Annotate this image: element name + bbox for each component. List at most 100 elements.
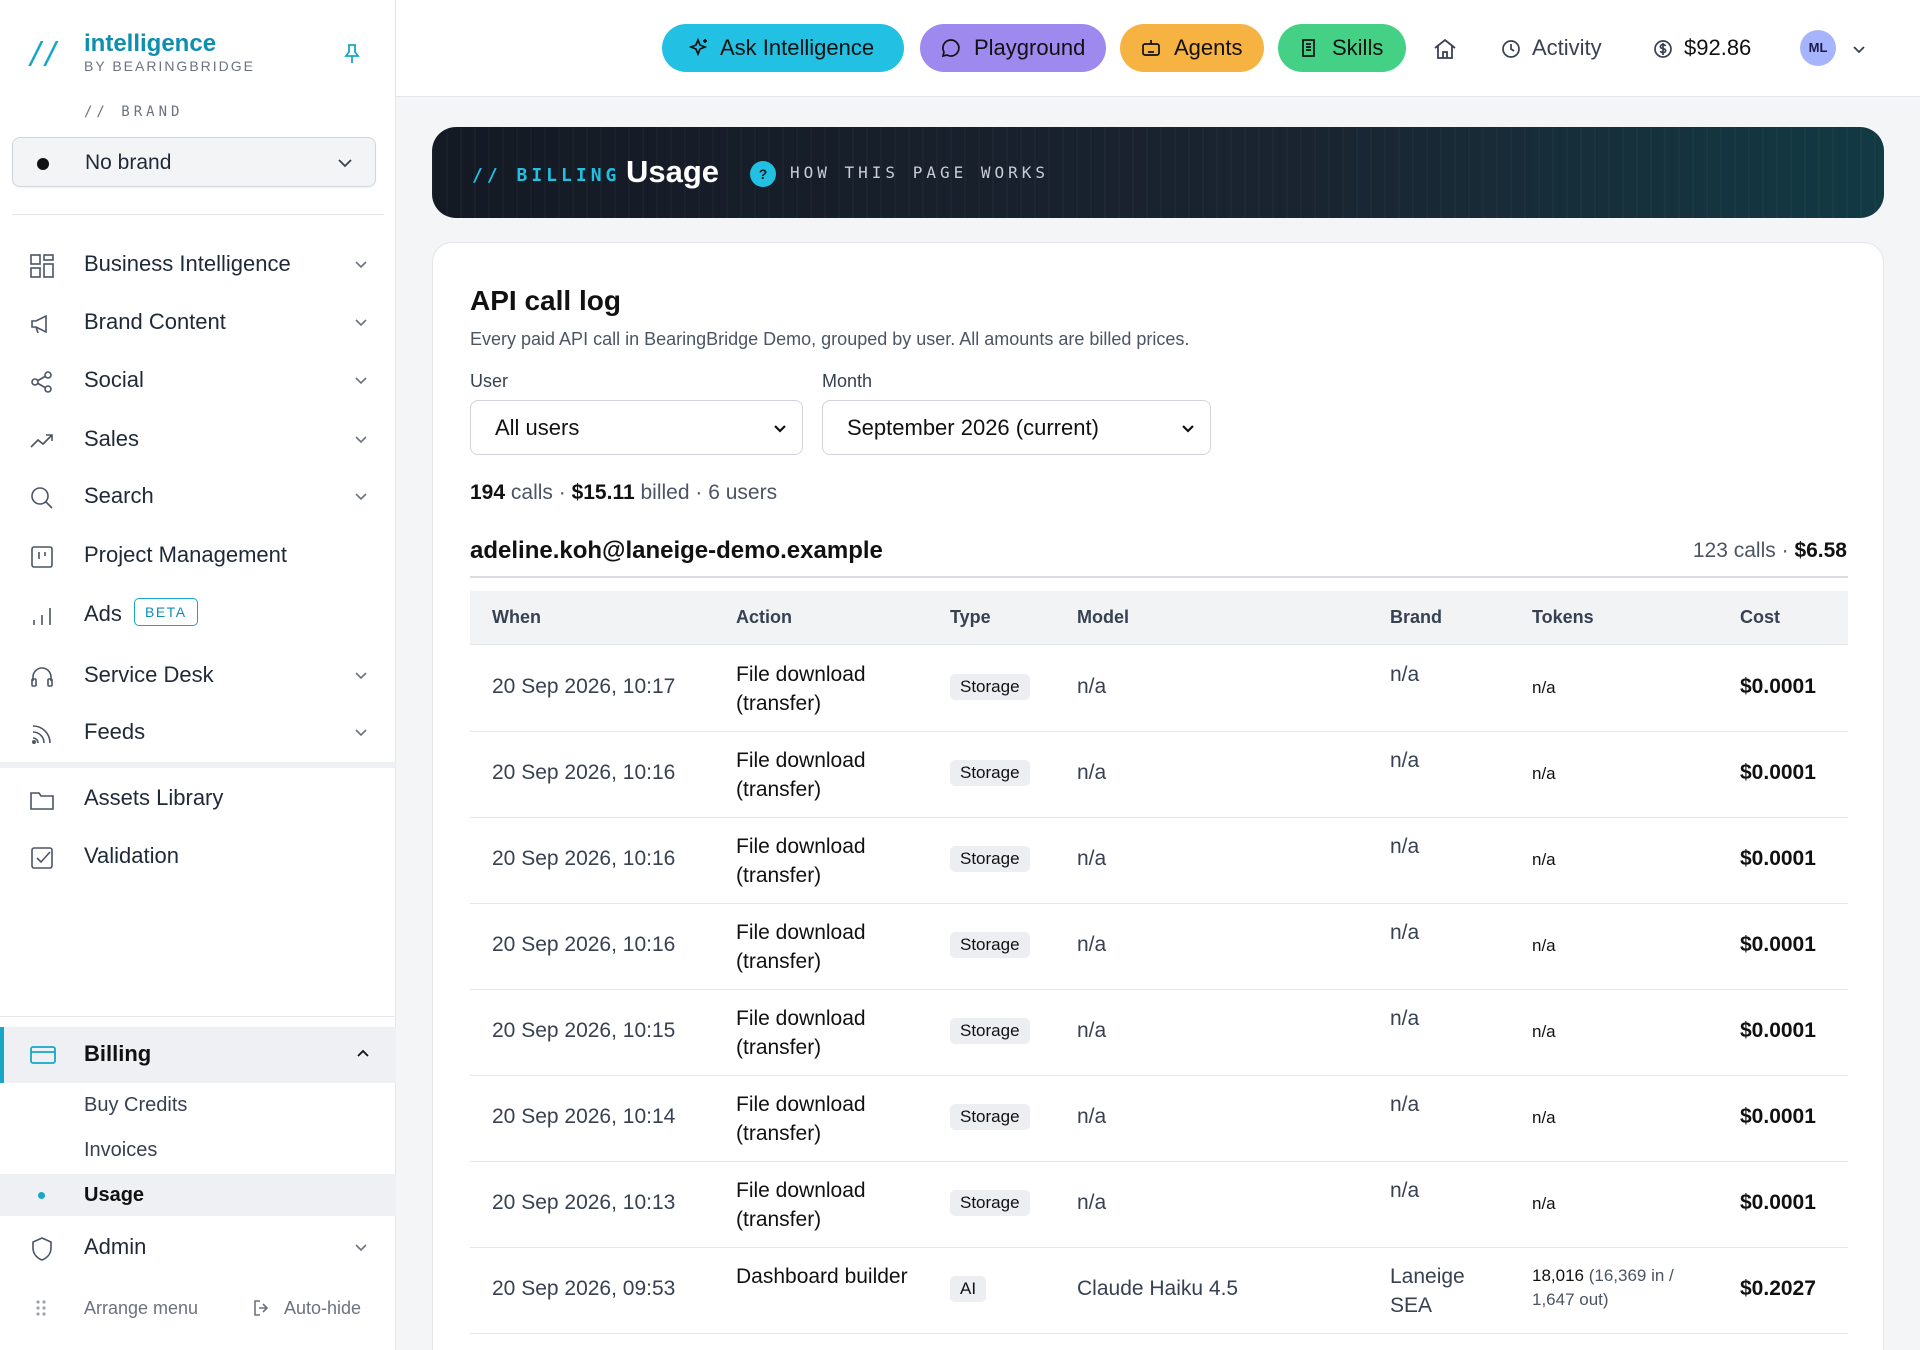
sidebar-item-admin[interactable]: Admin	[0, 1223, 396, 1271]
cell-cost: $0.0001	[1740, 933, 1816, 956]
skills-button[interactable]: Skills	[1278, 24, 1406, 72]
how-this-page-works-link[interactable]: HOW THIS PAGE WORKS	[790, 163, 1049, 182]
column-header-brand: Brand	[1390, 607, 1443, 627]
tokens-total: n/a	[1532, 764, 1556, 783]
table-row[interactable]: 20 Sep 2026, 10:15 File download (transf…	[470, 990, 1848, 1076]
sidebar-item-feeds[interactable]: Feeds	[0, 708, 396, 756]
search-icon	[31, 487, 53, 509]
sidebar-item-label: Assets Library	[84, 785, 224, 810]
agents-button[interactable]: Agents	[1120, 24, 1264, 72]
sidebar-subitem-usage[interactable]: Usage	[0, 1174, 396, 1216]
page-title: Usage	[626, 154, 720, 189]
cell-model: n/a	[1077, 675, 1107, 698]
pin-icon[interactable]	[342, 42, 362, 66]
sidebar-item-social[interactable]: Social	[0, 356, 396, 404]
auto-hide-button[interactable]: Auto-hide	[284, 1298, 361, 1319]
sidebar-item-label: Ads	[84, 601, 122, 626]
sidebar: // intelligence BY BEARINGBRIDGE // BRAN…	[0, 0, 396, 1350]
cell-action: File download (transfer)	[736, 663, 866, 715]
chat-bubble-icon	[941, 39, 960, 58]
cell-cost: $0.0001	[1740, 675, 1816, 698]
cell-tokens: n/a	[1532, 848, 1702, 872]
sidebar-item-assets-library[interactable]: Assets Library	[0, 774, 396, 822]
cell-model: n/a	[1077, 761, 1107, 784]
sidebar-subitem-buy-credits[interactable]: Buy Credits	[0, 1084, 396, 1126]
cell-tokens: n/a	[1532, 1020, 1702, 1044]
sidebar-item-service-desk[interactable]: Service Desk	[0, 651, 396, 699]
summary-billed: $15.11	[571, 481, 635, 504]
folder-icon	[30, 792, 54, 810]
brand-select[interactable]: No brand	[12, 137, 376, 187]
chevron-down-icon	[355, 319, 367, 327]
skills-label: Skills	[1332, 35, 1384, 60]
chevron-down-icon	[355, 1244, 367, 1252]
type-badge: Storage	[950, 1190, 1030, 1216]
column-header-cost: Cost	[1740, 607, 1780, 627]
cell-tokens: n/a	[1532, 762, 1702, 786]
table-row[interactable]: 20 Sep 2026, 09:53 Dashboard builder AI …	[470, 1248, 1848, 1334]
sidebar-item-billing[interactable]: Billing	[0, 1027, 396, 1083]
month-filter-select[interactable]: September 2026 (current)	[822, 400, 1211, 455]
avatar[interactable]: ML	[1800, 30, 1836, 66]
chevron-down-icon[interactable]	[1850, 40, 1868, 58]
sidebar-item-project-management[interactable]: Project Management	[0, 531, 396, 579]
tokens-total: n/a	[1532, 1194, 1556, 1213]
cell-tokens: n/a	[1532, 934, 1702, 958]
table-row[interactable]: 20 Sep 2026, 10:16 File download (transf…	[470, 732, 1848, 818]
board-icon	[31, 546, 53, 568]
drag-handle-icon[interactable]	[34, 1298, 48, 1318]
user-filter-label: User	[470, 371, 509, 391]
api-call-log-card: API call log Every paid API call in Bear…	[432, 242, 1884, 1350]
cell-tokens: 18,016 (16,369 in / 1,647 out)	[1532, 1264, 1702, 1312]
table-row[interactable]: 20 Sep 2026, 10:14 File download (transf…	[470, 1076, 1848, 1162]
sidebar-item-sales[interactable]: Sales	[0, 415, 396, 463]
logo[interactable]: // intelligence BY BEARINGBRIDGE	[28, 30, 368, 80]
user-group-stats: 123 calls · $6.58	[1692, 539, 1847, 562]
sidebar-subitem-label: Buy Credits	[84, 1094, 188, 1116]
cell-tokens: n/a	[1532, 1106, 1702, 1130]
cell-when: 20 Sep 2026, 10:16	[492, 933, 676, 956]
credit-balance[interactable]: $92.86	[1684, 35, 1751, 61]
section-label: // BILLING	[472, 165, 621, 186]
sidebar-footer: Arrange menu Auto-hide	[0, 1288, 396, 1328]
trend-up-icon	[30, 434, 53, 448]
sidebar-item-validation[interactable]: Validation	[0, 832, 396, 880]
share-icon	[31, 371, 52, 393]
exit-icon[interactable]	[252, 1298, 272, 1318]
user-filter-value: All users	[495, 415, 580, 440]
card-description: Every paid API call in BearingBridge Dem…	[470, 329, 1190, 349]
cell-when: 20 Sep 2026, 10:16	[492, 847, 676, 870]
sidebar-item-brand-content[interactable]: Brand Content	[0, 298, 396, 346]
home-icon[interactable]	[1432, 36, 1458, 62]
cell-cost: $0.0001	[1740, 761, 1816, 784]
usage-summary: 194 calls · $15.11 billed · 6 users	[470, 481, 778, 504]
table-header: When Action Type Model Brand Tokens Cost	[470, 591, 1848, 645]
type-badge: Storage	[950, 846, 1030, 872]
table-row[interactable]: 20 Sep 2026, 10:17 File download (transf…	[470, 646, 1848, 732]
activity-link[interactable]: Activity	[1532, 35, 1602, 61]
top-bar: Ask Intelligence Playground Agents Skill…	[396, 0, 1920, 97]
cell-when: 20 Sep 2026, 10:13	[492, 1191, 676, 1214]
sidebar-item-ads[interactable]: Ads BETA	[0, 590, 396, 638]
table-row[interactable]: 20 Sep 2026, 10:13 File download (transf…	[470, 1162, 1848, 1248]
sidebar-subitem-invoices[interactable]: Invoices	[0, 1129, 396, 1171]
sidebar-item-business-intelligence[interactable]: Business Intelligence	[0, 240, 396, 288]
logo-mark: //	[28, 36, 61, 71]
cell-cost: $0.2027	[1740, 1277, 1816, 1300]
tokens-total: n/a	[1532, 1108, 1556, 1127]
help-icon[interactable]: ?	[750, 161, 776, 187]
table-row[interactable]: 20 Sep 2026, 10:16 File download (transf…	[470, 818, 1848, 904]
ask-intelligence-button[interactable]: Ask Intelligence	[662, 24, 904, 72]
cell-model: Claude Haiku 4.5	[1077, 1277, 1239, 1300]
cell-brand: n/a	[1390, 1007, 1420, 1030]
playground-button[interactable]: Playground	[920, 24, 1106, 72]
table-row[interactable]: 20 Sep 2026, 10:16 File download (transf…	[470, 904, 1848, 990]
robot-icon	[1142, 40, 1160, 56]
arrange-menu-button[interactable]: Arrange menu	[84, 1298, 198, 1319]
sidebar-item-search[interactable]: Search	[0, 472, 396, 520]
month-filter-label: Month	[822, 371, 873, 391]
user-filter-select[interactable]: All users	[470, 400, 803, 455]
chevron-down-icon	[774, 425, 786, 433]
cell-action: File download (transfer)	[736, 921, 866, 973]
brand-label: // BRAND	[84, 104, 184, 120]
